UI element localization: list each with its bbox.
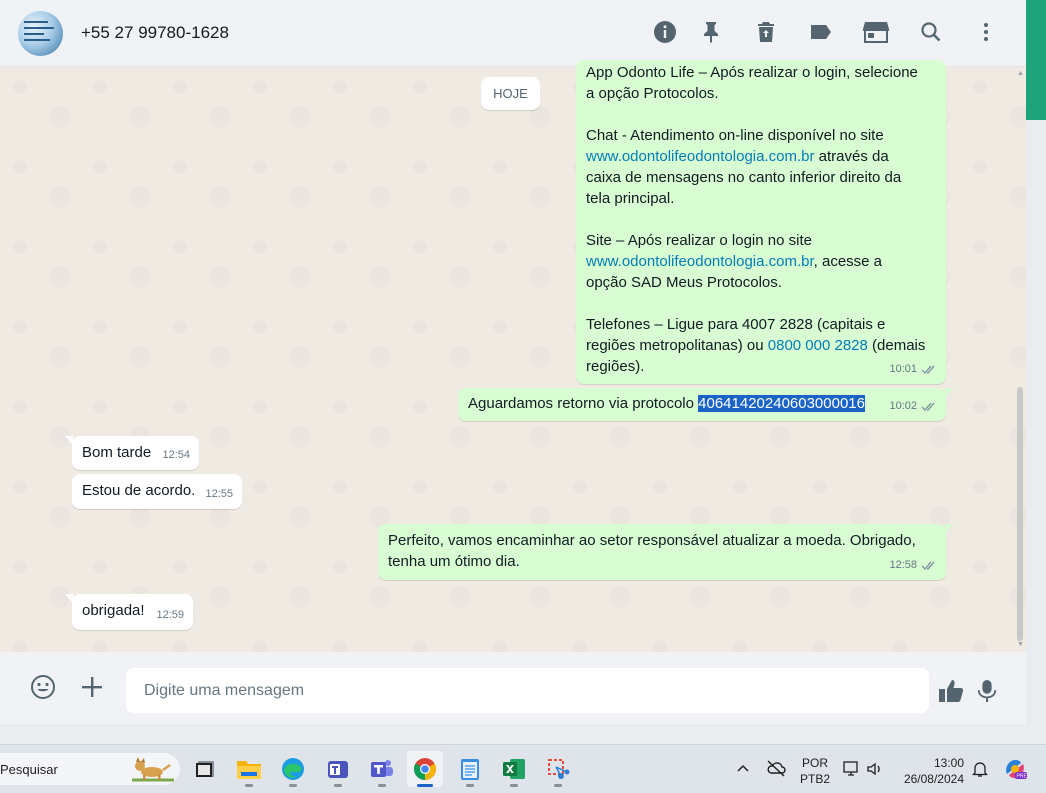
message-text: a opção Protocolos. [586, 85, 719, 102]
message-incoming[interactable]: Estou de acordo. 12:55 [72, 474, 242, 509]
read-ticks-icon [921, 561, 935, 571]
edge-icon[interactable] [275, 751, 311, 787]
network-icon[interactable] [843, 760, 861, 781]
message-time: 12:58 [889, 559, 917, 571]
clock[interactable]: 13:00 26/08/2024 [900, 755, 964, 787]
message-text: Chat - Atendimento on-line disponível no… [586, 127, 884, 144]
attach-plus-icon[interactable] [77, 672, 107, 702]
clock-date: 26/08/2024 [903, 772, 964, 786]
message-text: Perfeito, vamos encaminhar ao setor resp… [388, 532, 916, 570]
site-link[interactable]: www.odontolifeodontologia.com.br [586, 253, 814, 270]
message-outgoing[interactable]: Perfeito, vamos encaminhar ao setor resp… [378, 524, 953, 580]
message-meta: 12:58 [889, 555, 937, 576]
message-text: obrigada! [82, 602, 145, 619]
label-icon[interactable] [808, 19, 834, 45]
message-incoming[interactable]: Bom tarde 12:54 [65, 436, 199, 470]
message-text: Bom tarde [82, 444, 152, 461]
show-hidden-icons-chevron-icon[interactable] [736, 761, 750, 778]
message-time: 12:54 [162, 449, 190, 461]
emoji-icon[interactable] [28, 672, 58, 702]
snipping-tool-icon[interactable] [540, 751, 576, 787]
delete-icon[interactable] [753, 19, 779, 45]
whatsapp-window: +55 27 99780-1628 HOJE App Odonto Life –… [0, 0, 1026, 724]
teams-work-icon[interactable] [320, 751, 356, 787]
date-chip: HOJE [481, 77, 540, 110]
info-icon[interactable] [652, 19, 678, 45]
message-text: Telefones – Ligue para 4007 2828 (capita… [586, 316, 886, 333]
search-icon[interactable] [918, 19, 944, 45]
message-meta: 12:59 [156, 605, 184, 626]
scroll-up-icon[interactable]: ▲ [1016, 69, 1025, 78]
avatar[interactable] [18, 11, 63, 56]
message-text: regiões metropolitanas) ou [586, 337, 768, 354]
language-line2: PTB2 [800, 772, 831, 786]
message-time: 10:02 [889, 400, 917, 412]
message-text: , acesse a [813, 253, 883, 270]
composer [0, 652, 1026, 724]
message-meta: 10:01 [889, 359, 937, 380]
catalog-icon[interactable] [862, 19, 890, 45]
message-text: Estou de acordo. [82, 482, 196, 499]
scroll-down-icon[interactable]: ▼ [1016, 640, 1025, 649]
message-meta: 12:54 [162, 445, 190, 466]
message-meta: 10:02 [889, 396, 937, 417]
message-text: opção SAD Meus Protocolos. [586, 274, 782, 291]
scrollbar-thumb[interactable] [1017, 387, 1023, 641]
taskbar-search-placeholder: Pesquisar [0, 762, 58, 777]
chat-header: +55 27 99780-1628 [0, 0, 1026, 67]
pin-icon[interactable] [698, 19, 724, 45]
contact-name[interactable]: +55 27 99780-1628 [81, 23, 229, 43]
notifications-bell-icon[interactable] [971, 760, 989, 781]
message-time: 12:59 [156, 609, 184, 621]
message-text: App Odonto Life – Após realizar o login,… [586, 64, 918, 81]
taskbar: Pesquisar POR PTB2 13:00 26/08/2024 PRE [0, 744, 1046, 793]
selected-protocol-number[interactable]: 40641420240603000016 [698, 395, 865, 412]
file-explorer-icon[interactable] [231, 751, 267, 787]
message-outgoing[interactable]: App Odonto Life – Após realizar o login,… [576, 60, 946, 384]
language-indicator[interactable]: POR PTB2 [800, 755, 830, 787]
phone-link[interactable]: 0800 000 2828 [768, 337, 868, 354]
site-link[interactable]: www.odontolifeodontologia.com.br [586, 148, 814, 165]
search-highlight-dog-icon [132, 757, 174, 782]
message-time: 12:55 [205, 488, 233, 500]
message-time: 10:01 [889, 363, 917, 375]
language-line1: POR [802, 756, 829, 770]
chat-scrollbar[interactable]: ▲ ▼ [1016, 69, 1025, 649]
message-text: regiões). [586, 358, 645, 375]
svg-text:PRE: PRE [1017, 774, 1028, 780]
taskbar-search[interactable]: Pesquisar [0, 753, 180, 785]
excel-icon[interactable] [496, 751, 532, 787]
sticker-thumbs-up-icon[interactable] [936, 676, 966, 706]
volume-icon[interactable] [866, 760, 884, 781]
message-text: Site – Após realizar o login no site [586, 232, 812, 249]
message-incoming[interactable]: obrigada! 12:59 [65, 594, 193, 630]
message-input[interactable] [126, 668, 929, 713]
message-outgoing[interactable]: Aguardamos retorno via protocolo 4064142… [458, 388, 953, 421]
message-meta: 12:55 [205, 484, 233, 505]
chrome-icon[interactable] [407, 751, 443, 787]
message-text: (demais [867, 337, 926, 354]
teams-icon[interactable] [364, 751, 400, 787]
more-options-icon[interactable] [973, 19, 999, 45]
copilot-icon[interactable]: PRE [1002, 756, 1028, 785]
read-ticks-icon [921, 402, 935, 412]
task-view-icon[interactable] [187, 751, 223, 787]
notepad-icon[interactable] [452, 751, 488, 787]
read-ticks-icon [921, 365, 935, 375]
window-edge [1026, 0, 1046, 744]
message-text: caixa de mensagens no canto inferior dir… [586, 169, 902, 207]
message-text: através da [814, 148, 889, 165]
message-text: Aguardamos retorno via protocolo [468, 395, 699, 412]
microphone-icon[interactable] [972, 676, 1002, 706]
onedrive-paused-icon[interactable] [766, 759, 786, 780]
clock-time: 13:00 [933, 756, 964, 770]
